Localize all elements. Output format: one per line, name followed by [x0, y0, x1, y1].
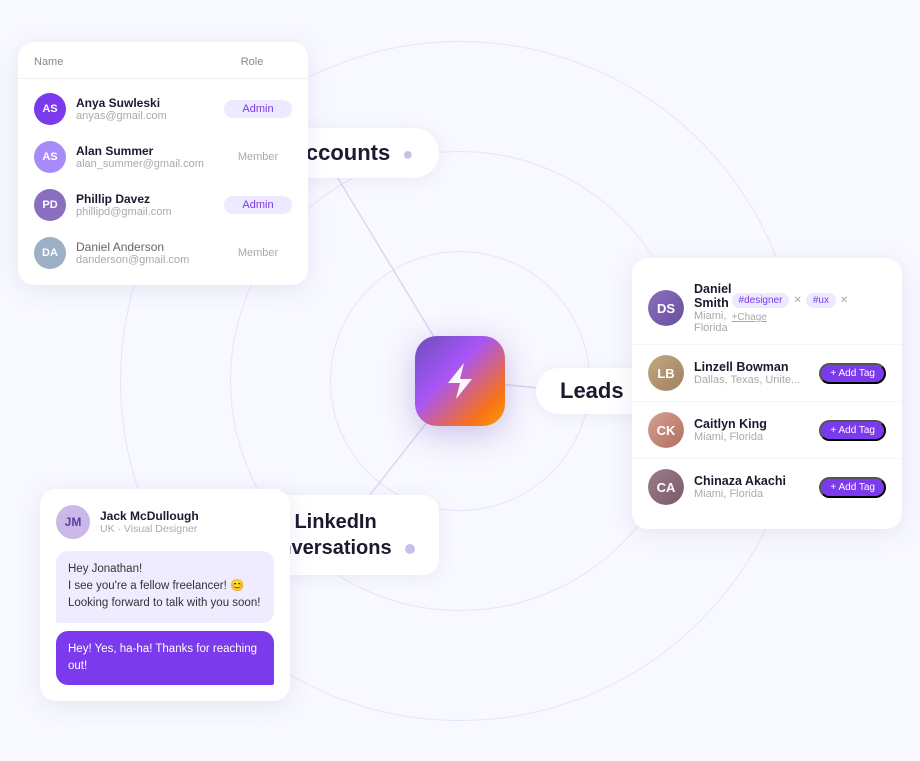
lead-avatar: CK: [648, 412, 684, 448]
user-name: Daniel Anderson: [76, 240, 224, 254]
col-name-header: Name: [34, 56, 212, 68]
role-badge: Member: [224, 148, 292, 166]
accounts-card: Name Role AS Anya Suwleski anyas@gmail.c…: [18, 42, 308, 285]
lead-location: Miami, Florida: [694, 310, 732, 334]
lead-name: Chinaza Akachi: [694, 474, 819, 488]
user-email: phillipd@gmail.com: [76, 206, 224, 218]
user-info: Daniel Anderson danderson@gmail.com: [76, 240, 224, 266]
remove-tag-icon[interactable]: ✕: [793, 295, 801, 306]
lead-location: Dallas, Texas, Unite...: [694, 374, 819, 386]
account-row: AS Anya Suwleski anyas@gmail.com Admin: [18, 85, 308, 133]
user-name: Phillip Davez: [76, 192, 224, 206]
col-role-header: Role: [212, 56, 292, 68]
user-info: Phillip Davez phillipd@gmail.com: [76, 192, 224, 218]
lead-avatar: CA: [648, 469, 684, 505]
avatar-img: CA: [648, 469, 684, 505]
lead-row: CA Chinaza Akachi Miami, Florida + Add T…: [632, 459, 902, 515]
lead-name: Caitlyn King: [694, 417, 819, 431]
chat-message-received: Hey Jonathan! I see you're a fellow free…: [56, 551, 274, 623]
add-tag-button[interactable]: + Add Tag: [819, 477, 886, 498]
user-email: danderson@gmail.com: [76, 254, 224, 266]
avatar-img: DS: [648, 290, 684, 326]
accounts-table-header: Name Role: [18, 56, 308, 79]
chat-message-sent: Hey! Yes, ha-ha! Thanks for reaching out…: [56, 631, 274, 686]
user-email: alan_summer@gmail.com: [76, 158, 224, 170]
lead-info: Linzell Bowman Dallas, Texas, Unite...: [694, 360, 819, 386]
leads-card: DS Daniel Smith Miami, Florida #designer…: [632, 258, 902, 529]
account-row: DA Daniel Anderson danderson@gmail.com M…: [18, 229, 308, 277]
lead-name: Daniel Smith: [694, 282, 732, 310]
linkedin-user-title: UK · Visual Designer: [100, 523, 199, 535]
accounts-dot: ●: [402, 144, 413, 164]
avatar: AS: [34, 141, 66, 173]
avatar-img: LB: [648, 355, 684, 391]
add-tag-button[interactable]: + Add Tag: [819, 420, 886, 441]
linkedin-user-header: JM Jack McDullough UK · Visual Designer: [56, 505, 274, 539]
lead-avatar: LB: [648, 355, 684, 391]
change-button[interactable]: +Chage: [732, 312, 767, 323]
lead-location: Miami, Florida: [694, 431, 819, 443]
user-info: Anya Suwleski anyas@gmail.com: [76, 96, 224, 122]
lead-info: Chinaza Akachi Miami, Florida: [694, 474, 819, 500]
user-info: Alan Summer alan_summer@gmail.com: [76, 144, 224, 170]
role-badge: Member: [224, 244, 292, 262]
avatar: PD: [34, 189, 66, 221]
tag: #ux: [806, 293, 836, 308]
account-row: AS Alan Summer alan_summer@gmail.com Mem…: [18, 133, 308, 181]
avatar: AS: [34, 93, 66, 125]
lead-info: Daniel Smith Miami, Florida: [694, 282, 732, 334]
tag-area: #designer ✕ #ux ✕ +Chage: [732, 293, 886, 323]
lead-name: Linzell Bowman: [694, 360, 819, 374]
role-badge: Admin: [224, 100, 292, 118]
role-badge: Admin: [224, 196, 292, 214]
center-logo: [415, 336, 505, 426]
remove-tag-icon[interactable]: ✕: [840, 295, 848, 306]
lead-row: LB Linzell Bowman Dallas, Texas, Unite..…: [632, 345, 902, 402]
linkedin-avatar: JM: [56, 505, 90, 539]
lead-info: Caitlyn King Miami, Florida: [694, 417, 819, 443]
linkedin-card: JM Jack McDullough UK · Visual Designer …: [40, 489, 290, 701]
tag: #designer: [732, 293, 790, 308]
avatar-img: CK: [648, 412, 684, 448]
linkedin-dot: [405, 544, 415, 554]
linkedin-user-name: Jack McDullough: [100, 509, 199, 523]
lead-row: CK Caitlyn King Miami, Florida + Add Tag: [632, 402, 902, 459]
avatar: DA: [34, 237, 66, 269]
account-row: PD Phillip Davez phillipd@gmail.com Admi…: [18, 181, 308, 229]
add-tag-button[interactable]: + Add Tag: [819, 363, 886, 384]
user-name: Alan Summer: [76, 144, 224, 158]
user-email: anyas@gmail.com: [76, 110, 224, 122]
user-name: Anya Suwleski: [76, 96, 224, 110]
lead-location: Miami, Florida: [694, 488, 819, 500]
lead-avatar: DS: [648, 290, 684, 326]
lead-row: DS Daniel Smith Miami, Florida #designer…: [632, 272, 902, 345]
linkedin-user-details: Jack McDullough UK · Visual Designer: [100, 509, 199, 535]
